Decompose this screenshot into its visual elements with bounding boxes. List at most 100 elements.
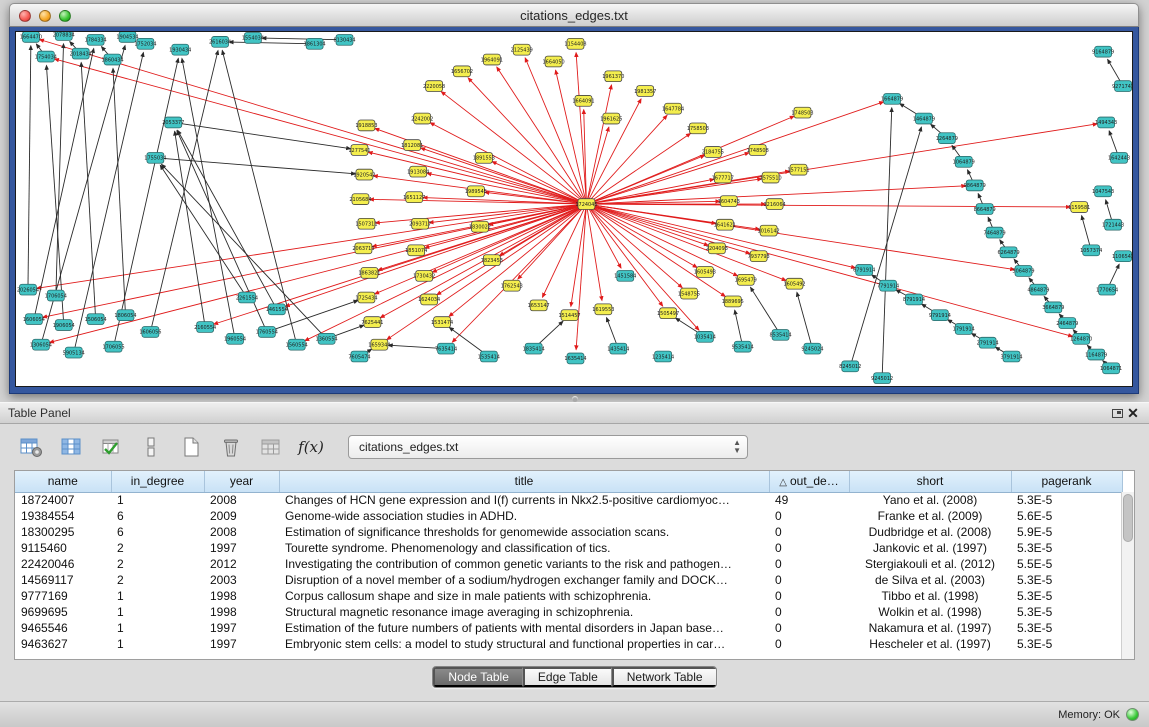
graph-node[interactable]: 1791914 [953, 324, 975, 335]
table-cell[interactable]: 0 [769, 524, 849, 540]
graph-node[interactable]: 7605474 [348, 351, 370, 362]
graph-node[interactable]: 1642443 [1108, 152, 1130, 163]
graph-edge[interactable] [586, 102, 883, 204]
table-cell[interactable]: 0 [769, 620, 849, 636]
graph-node[interactable]: 1964091 [481, 54, 503, 65]
column-header-name[interactable]: name [15, 471, 111, 492]
graph-node[interactable]: 1659344 [368, 339, 390, 350]
graph-node[interactable]: 1606054 [23, 314, 45, 325]
table-settings-button[interactable] [16, 432, 46, 462]
tab-node-table[interactable]: Node Table [433, 667, 523, 687]
graph-node[interactable]: 2078834 [53, 32, 75, 40]
graph-node[interactable]: 1861304 [304, 38, 326, 49]
table-cell[interactable]: Jankovic et al. (1997) [849, 540, 1011, 556]
graph-node[interactable]: 1721443 [1102, 219, 1124, 230]
table-cell[interactable]: 5.3E-5 [1011, 492, 1122, 508]
graph-node[interactable]: 1930434 [169, 44, 191, 55]
table-row[interactable]: 1938455462009Genome-wide association stu… [15, 508, 1122, 524]
close-panel-button[interactable]: ✕ [1125, 405, 1141, 421]
table-cell[interactable]: 22420046 [15, 556, 111, 572]
graph-edge[interactable] [586, 204, 1070, 207]
graph-node[interactable]: 1812081 [401, 140, 423, 151]
graph-edge[interactable] [468, 78, 586, 204]
graph-edge[interactable] [34, 49, 94, 320]
graph-node[interactable]: 2464879 [1056, 318, 1078, 329]
table-cell[interactable]: 6 [111, 508, 204, 524]
table-cell[interactable]: 19384554 [15, 508, 111, 524]
graph-node[interactable]: 2125439 [511, 44, 533, 55]
table-row[interactable]: 911546021997Tourette syndrome. Phenomeno… [15, 540, 1122, 556]
graph-node[interactable]: 1656702 [451, 66, 473, 77]
delete-table-button[interactable] [216, 432, 246, 462]
graph-node[interactable]: 1835414 [523, 343, 545, 354]
table-cell[interactable]: 0 [769, 636, 849, 652]
graph-node[interactable]: 1548755 [678, 288, 700, 299]
table-row[interactable]: 969969511998Structural magnetic resonanc… [15, 604, 1122, 620]
graph-node[interactable]: 1647784 [662, 103, 684, 114]
graph-node[interactable]: 1860434 [101, 54, 123, 65]
graph-node[interactable]: 1664470 [20, 32, 42, 42]
graph-node[interactable]: 6264879 [997, 247, 1019, 258]
graph-node[interactable]: 1830022 [469, 221, 491, 232]
graph-node[interactable]: 1913084 [407, 166, 429, 177]
table-cell[interactable]: 14569117 [15, 572, 111, 588]
graph-edge[interactable] [586, 127, 608, 204]
graph-edge[interactable] [797, 292, 813, 348]
table-cell[interactable]: 2 [111, 556, 204, 572]
table-selector-dropdown[interactable]: citations_edges.txt ▲▼ [348, 435, 748, 459]
graph-node[interactable]: 3664879 [1042, 302, 1064, 313]
graph-node[interactable]: 1752034 [134, 38, 156, 49]
graph-edge[interactable] [586, 204, 725, 296]
table-cell[interactable]: Structural magnetic resonance image aver… [279, 604, 769, 620]
table-row[interactable]: 1456911722003Disruption of a novel membe… [15, 572, 1122, 588]
graph-node[interactable]: 9864879 [964, 180, 986, 191]
graph-node[interactable]: 9791914 [929, 310, 951, 321]
graph-node[interactable]: 7791914 [877, 280, 899, 291]
graph-node[interactable]: 2261554 [236, 292, 258, 303]
table-cell[interactable]: 2012 [204, 556, 279, 572]
graph-node[interactable]: 7635414 [435, 343, 457, 354]
graph-node[interactable]: 2160554 [194, 322, 216, 333]
graph-node[interactable]: 1889695 [722, 296, 744, 307]
graph-node[interactable]: 1961625 [600, 113, 622, 124]
graph-node[interactable]: 8130434 [333, 34, 355, 45]
graph-node[interactable]: 1531474 [431, 317, 453, 328]
graph-node[interactable]: 1760554 [256, 327, 278, 338]
table-cell[interactable]: 1 [111, 588, 204, 604]
table-cell[interactable]: 9777169 [15, 588, 111, 604]
graph-edge[interactable] [28, 46, 31, 290]
graph-node[interactable]: 1748503 [791, 107, 813, 118]
table-cell[interactable]: 5.3E-5 [1011, 540, 1122, 556]
graph-node[interactable]: 7937793 [748, 251, 770, 262]
graph-node[interactable]: 2184755 [702, 147, 724, 158]
column-visibility-button[interactable] [56, 432, 86, 462]
graph-edge[interactable] [173, 122, 350, 148]
graph-node[interactable]: 1619553 [592, 304, 614, 315]
table-cell[interactable]: 5.3E-5 [1011, 620, 1122, 636]
graph-node[interactable]: 1277541 [348, 145, 370, 156]
graph-node[interactable]: 1748508 [747, 145, 769, 156]
graph-node[interactable]: 2063713 [352, 243, 374, 254]
graph-node[interactable]: 1064871 [1100, 363, 1122, 374]
table-vertical-scrollbar[interactable] [1121, 492, 1134, 659]
graph-edge[interactable] [222, 50, 296, 344]
table-cell[interactable]: 2003 [204, 572, 279, 588]
table-cell[interactable]: 9463627 [15, 636, 111, 652]
graph-edge[interactable] [285, 204, 586, 306]
table-cell[interactable]: 5.3E-5 [1011, 588, 1122, 604]
graph-node[interactable]: 1506054 [85, 314, 107, 325]
graph-node[interactable]: 9164879 [1092, 46, 1114, 57]
graph-node[interactable]: 2791914 [977, 337, 999, 348]
table-cell[interactable]: 0 [769, 508, 849, 524]
graph-node[interactable]: 1464879 [913, 113, 935, 124]
graph-edge[interactable] [114, 58, 179, 346]
table-cell[interactable]: 9699695 [15, 604, 111, 620]
table-cell[interactable]: Yano et al. (2008) [849, 492, 1011, 508]
graph-node[interactable]: 1664879 [881, 93, 903, 104]
graph-node[interactable]: 3216064 [764, 199, 786, 210]
network-canvas[interactable]: 1724045191885312775411920542210568415073… [15, 31, 1133, 387]
tab-network-table[interactable]: Network Table [612, 667, 716, 687]
column-header-short[interactable]: short [849, 471, 1011, 492]
graph-node[interactable]: 1653147 [528, 300, 550, 311]
graph-node[interactable]: 1664050 [543, 56, 565, 67]
